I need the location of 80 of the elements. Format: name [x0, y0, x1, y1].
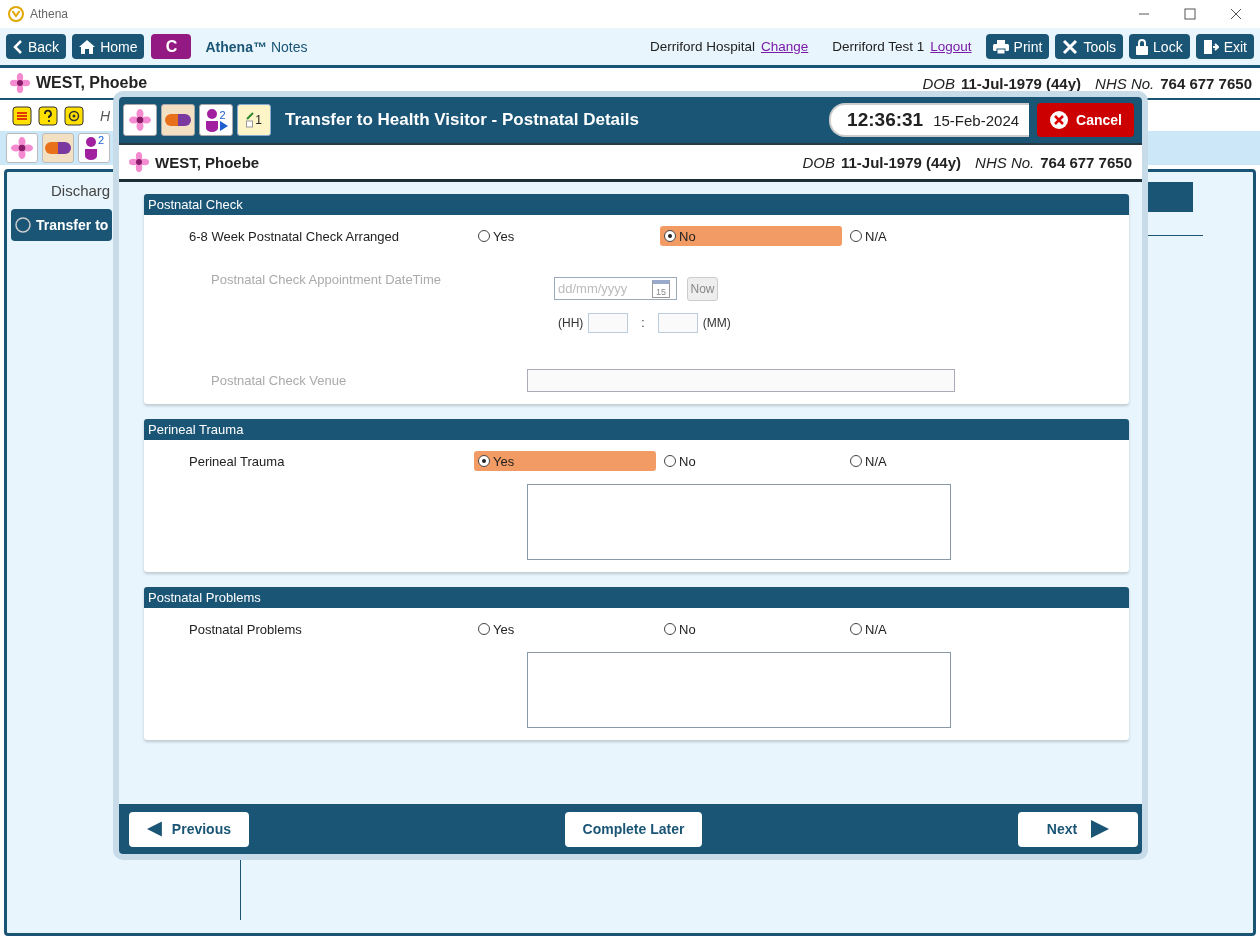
radio-option[interactable]: No — [660, 451, 846, 471]
radio-option[interactable]: Yes — [474, 451, 656, 471]
previous-button[interactable]: Previous — [129, 811, 249, 847]
settings-icon[interactable] — [64, 105, 84, 126]
exit-door-icon — [1202, 38, 1219, 55]
hospital-name: Derriford Hospital — [649, 39, 755, 54]
triangle-right-icon — [1091, 820, 1110, 838]
home-button[interactable]: Home — [72, 34, 145, 59]
dob-label: DOB — [802, 153, 835, 171]
back-button[interactable]: Back — [6, 34, 67, 59]
clock-date: 15-Feb-2024 — [933, 111, 1020, 129]
alert-icon[interactable] — [12, 105, 32, 126]
baby-icon[interactable]: 2 — [199, 104, 233, 136]
question-label: Postnatal Problems — [188, 621, 303, 637]
radio-option[interactable]: Yes — [474, 619, 660, 639]
radio-option[interactable]: N/A — [846, 619, 1032, 639]
exit-button[interactable]: Exit — [1195, 34, 1254, 59]
nav-item[interactable]: Transfer to — [11, 209, 113, 241]
field-label: Postnatal Check Venue — [210, 373, 348, 388]
home-icon — [79, 39, 96, 54]
patient-name: WEST, Phoebe — [155, 153, 260, 171]
nhs-value: 764 677 7650 — [1040, 153, 1132, 171]
field-label: Postnatal Check Appointment DateTime — [210, 271, 443, 289]
flower-icon[interactable] — [123, 104, 157, 136]
notes-field[interactable] — [527, 484, 951, 560]
patient-name: WEST, Phoebe — [36, 74, 148, 92]
nhs-value: 764 677 7650 — [1160, 74, 1252, 92]
section-header: Perineal Trauma — [144, 419, 1129, 440]
print-button[interactable]: Print — [985, 34, 1050, 59]
cancel-button[interactable]: Cancel — [1037, 103, 1134, 137]
section-header: Postnatal Check — [144, 194, 1129, 215]
radio-option[interactable]: N/A — [846, 451, 1032, 471]
complete-later-button[interactable]: Complete Later — [564, 811, 703, 847]
close-icon[interactable] — [1230, 8, 1242, 20]
triangle-left-icon — [147, 820, 162, 838]
question-label: 6-8 Week Postnatal Check Arranged — [188, 228, 401, 244]
flower-icon[interactable] — [6, 133, 38, 163]
maximize-icon[interactable] — [1184, 8, 1196, 20]
clock-time: 12:36:31 — [847, 109, 924, 131]
close-circle-icon — [1049, 110, 1070, 130]
next-button[interactable]: Next — [1018, 811, 1138, 847]
question-label: Perineal Trauma — [188, 453, 286, 469]
capsule-icon[interactable] — [42, 133, 74, 163]
notes-field[interactable] — [527, 652, 951, 728]
radio-option[interactable]: No — [660, 619, 846, 639]
info-text: H — [100, 107, 111, 124]
window-title: Athena — [30, 7, 69, 21]
change-link[interactable]: Change — [760, 39, 809, 54]
section-heading: Discharg — [51, 182, 111, 199]
app-logo-icon — [8, 6, 24, 22]
printer-icon — [992, 39, 1009, 54]
nhs-label: NHS No. — [1095, 74, 1155, 92]
app-name: Athena™ — [205, 38, 267, 55]
capsule-icon[interactable] — [161, 104, 195, 136]
radio-option[interactable]: No — [660, 226, 842, 246]
app-module: Notes — [270, 38, 308, 55]
notes-icon[interactable]: 1 — [237, 104, 271, 136]
baby-icon[interactable]: 2 — [78, 133, 110, 163]
logout-link[interactable]: Logout — [930, 39, 972, 54]
hours-label: (HH) — [558, 316, 584, 330]
minutes-label: (MM) — [702, 316, 731, 330]
lock-button[interactable]: Lock — [1129, 34, 1190, 59]
dob-label: DOB — [922, 74, 955, 92]
radio-option[interactable]: Yes — [474, 226, 660, 246]
time-separator: : — [641, 316, 645, 330]
padlock-icon — [1136, 38, 1149, 55]
nhs-label: NHS No. — [975, 153, 1035, 171]
tools-button[interactable]: Tools — [1055, 34, 1124, 59]
flower-icon — [129, 152, 149, 172]
radio-option[interactable]: N/A — [846, 226, 1032, 246]
radio-icon — [15, 217, 31, 233]
app-badge[interactable]: C — [151, 34, 192, 59]
section-header: Postnatal Problems — [144, 587, 1129, 608]
flower-icon — [10, 73, 30, 93]
user-name: Derriford Test 1 — [832, 39, 925, 54]
help-icon[interactable] — [38, 105, 58, 126]
dob-value: 11-Jul-1979 (44y) — [960, 74, 1082, 92]
dialog-title: Transfer to Health Visitor - Postnatal Details — [285, 110, 639, 130]
chevron-left-icon — [13, 39, 23, 54]
dob-value: 11-Jul-1979 (44y) — [840, 153, 962, 171]
